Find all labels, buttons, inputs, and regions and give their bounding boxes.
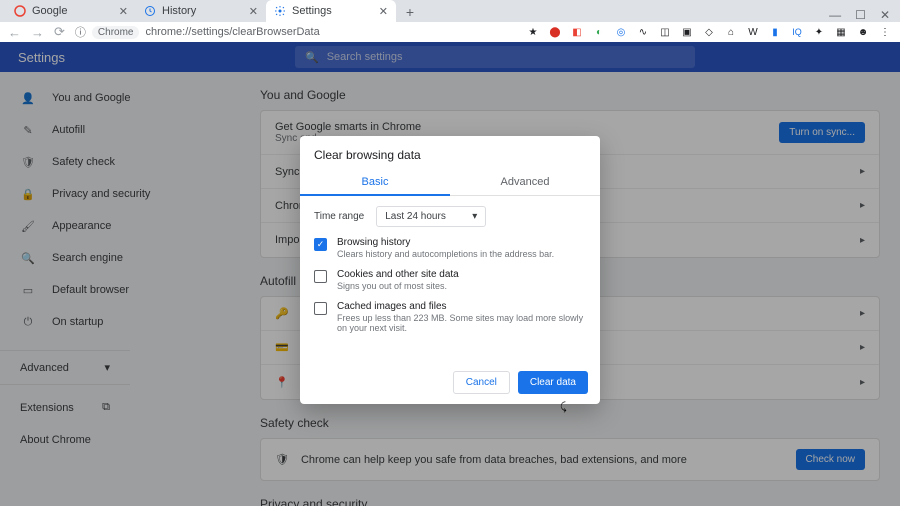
clear-data-button[interactable]: Clear data (518, 371, 588, 394)
close-icon[interactable]: ✕ (119, 5, 128, 18)
close-window-icon[interactable]: ✕ (880, 8, 890, 22)
minimize-icon[interactable]: — (829, 8, 841, 22)
close-icon[interactable]: ✕ (379, 5, 388, 18)
tab-basic[interactable]: Basic (300, 170, 450, 196)
tab-advanced[interactable]: Advanced (450, 170, 600, 196)
dialog-title: Clear browsing data (300, 136, 600, 170)
tab-history[interactable]: History ✕ (136, 0, 266, 22)
option-cache[interactable]: Cached images and filesFrees up less tha… (314, 301, 586, 333)
close-icon[interactable]: ✕ (249, 5, 258, 18)
option-browsing-history[interactable]: ✓ Browsing historyClears history and aut… (314, 237, 586, 259)
url-text: chrome://settings/clearBrowserData (145, 26, 319, 38)
ext-icon[interactable]: ◐ (592, 25, 606, 39)
tab-label: History (162, 5, 196, 17)
star-icon[interactable]: ★ (526, 25, 540, 39)
ext-icon[interactable]: ◎ (614, 25, 628, 39)
tab-settings[interactable]: Settings ✕ (266, 0, 396, 22)
address-bar: ← → ⟳ ⓘ Chrome chrome://settings/clearBr… (0, 22, 900, 42)
settings-favicon-icon (274, 5, 286, 17)
tab-strip: Google ✕ History ✕ Settings ✕ + — ☐ ✕ (0, 0, 900, 22)
cancel-button[interactable]: Cancel (453, 371, 510, 394)
window-controls: — ☐ ✕ (829, 8, 900, 22)
reload-icon[interactable]: ⟳ (54, 24, 65, 40)
extension-icons: ★ ⬤ ◧ ◐ ◎ ∿ ◫ ▣ ◇ ⌂ W ▮ IQ ✦ ▦ ☻ ⋮ (526, 25, 892, 39)
tab-label: Settings (292, 5, 332, 17)
option-cookies[interactable]: Cookies and other site dataSigns you out… (314, 269, 586, 291)
browser-chrome: Google ✕ History ✕ Settings ✕ + — ☐ ✕ ← … (0, 0, 900, 42)
ext-icon[interactable]: ⌂ (724, 25, 738, 39)
maximize-icon[interactable]: ☐ (855, 8, 866, 22)
time-range-select[interactable]: Last 24 hours ▾ (376, 206, 486, 227)
history-favicon-icon (144, 5, 156, 17)
checkbox-cache[interactable] (314, 302, 327, 315)
back-icon[interactable]: ← (8, 25, 21, 40)
clear-browsing-data-dialog: Clear browsing data Basic Advanced Time … (300, 136, 600, 404)
ext-icon[interactable]: ✦ (812, 25, 826, 39)
checkbox-browsing-history[interactable]: ✓ (314, 238, 327, 251)
new-tab-button[interactable]: + (400, 2, 420, 22)
ext-icon[interactable]: ∿ (636, 25, 650, 39)
chevron-down-icon: ▾ (472, 211, 477, 222)
tab-google[interactable]: Google ✕ (6, 0, 136, 22)
ext-icon[interactable]: IQ (790, 25, 804, 39)
site-info-icon[interactable]: ⓘ (75, 24, 86, 40)
url-scheme: Chrome (92, 26, 140, 39)
menu-icon[interactable]: ⋮ (878, 25, 892, 39)
time-range-label: Time range (314, 211, 364, 222)
ext-icon[interactable]: ◇ (702, 25, 716, 39)
extensions-icon[interactable]: ▦ (834, 25, 848, 39)
address-field[interactable]: ⓘ Chrome chrome://settings/clearBrowserD… (75, 24, 516, 40)
ext-icon[interactable]: ◧ (570, 25, 584, 39)
google-favicon-icon (14, 5, 26, 17)
profile-icon[interactable]: ☻ (856, 25, 870, 39)
ext-icon[interactable]: ▮ (768, 25, 782, 39)
tab-label: Google (32, 5, 67, 17)
ext-icon[interactable]: ▣ (680, 25, 694, 39)
ext-icon[interactable]: ⬤ (548, 25, 562, 39)
ext-icon[interactable]: ◫ (658, 25, 672, 39)
dialog-tabs: Basic Advanced (300, 170, 600, 196)
checkbox-cookies[interactable] (314, 270, 327, 283)
ext-icon[interactable]: W (746, 25, 760, 39)
forward-icon[interactable]: → (31, 25, 44, 40)
